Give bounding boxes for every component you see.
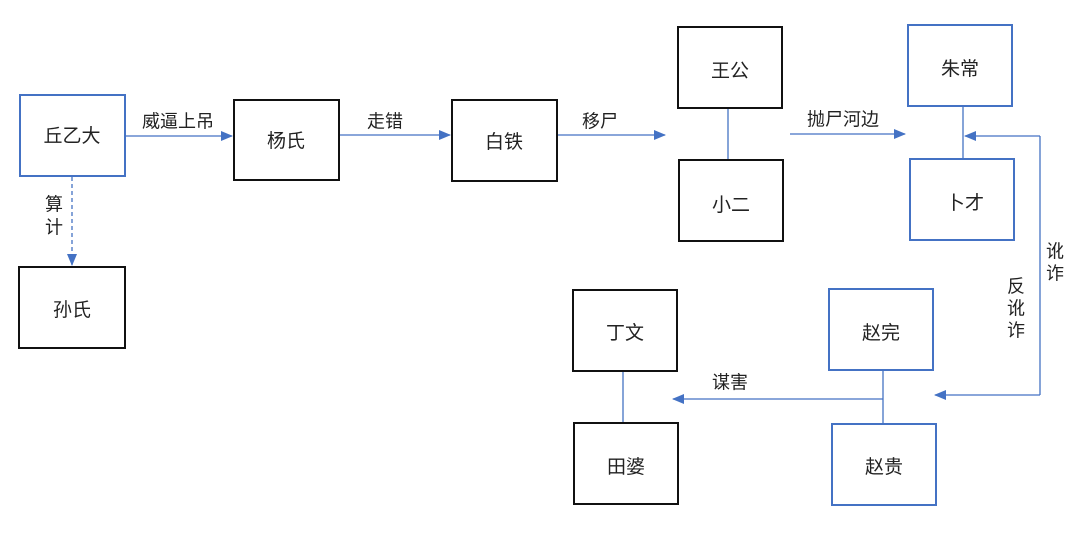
edge-label-coerce-hang: 威逼上吊 bbox=[142, 112, 214, 133]
node-label: 杨氏 bbox=[267, 130, 305, 152]
node-qiu-yida: 丘乙大 bbox=[19, 94, 126, 177]
node-label: 卜才 bbox=[946, 192, 984, 214]
node-label: 白铁 bbox=[485, 131, 523, 153]
relationship-diagram: 威逼上吊 走错 移尸 抛尸河边 算 计 讹 诈 反 讹 诈 谋害 丘乙大 杨氏 … bbox=[18, 24, 1064, 506]
node-zhao-wan: 赵完 bbox=[828, 288, 934, 371]
node-label: 小二 bbox=[712, 194, 750, 216]
node-label: 朱常 bbox=[941, 58, 979, 80]
edge-label-scheme-1: 算 bbox=[45, 195, 63, 216]
node-label: 王公 bbox=[711, 60, 749, 82]
node-tian-po: 田婆 bbox=[573, 422, 679, 505]
node-label: 田婆 bbox=[607, 456, 645, 478]
edge-label-scheme-2: 计 bbox=[45, 218, 63, 239]
node-label: 丁文 bbox=[606, 322, 644, 344]
node-zhao-gui: 赵贵 bbox=[831, 423, 937, 506]
node-zhu-chang: 朱常 bbox=[907, 24, 1013, 107]
edge-label-extort-1: 讹 bbox=[1046, 242, 1064, 263]
node-ding-wen: 丁文 bbox=[572, 289, 678, 372]
node-bu-cai: 卜才 bbox=[909, 158, 1015, 241]
node-sun-shi: 孙氏 bbox=[18, 266, 126, 349]
edge-label-move-body: 移尸 bbox=[582, 112, 618, 133]
node-label: 丘乙大 bbox=[43, 125, 100, 147]
edge-label-counter-extort-3: 诈 bbox=[1007, 321, 1025, 342]
edge-label-counter-extort-1: 反 bbox=[1007, 277, 1025, 298]
node-label: 赵完 bbox=[862, 322, 900, 344]
node-wang-gong: 王公 bbox=[677, 26, 783, 109]
edge-label-counter-extort-2: 讹 bbox=[1007, 299, 1025, 320]
node-bai-tie: 白铁 bbox=[451, 99, 558, 182]
node-xiao-er: 小二 bbox=[678, 159, 784, 242]
edge-label-wrong-way: 走错 bbox=[367, 112, 403, 133]
edge-label-extort-2: 诈 bbox=[1046, 264, 1064, 285]
node-label: 孙氏 bbox=[53, 299, 91, 321]
node-yang-shi: 杨氏 bbox=[233, 99, 340, 181]
node-label: 赵贵 bbox=[865, 456, 903, 478]
edge-label-murder: 谋害 bbox=[712, 373, 748, 394]
edge-label-dump-body: 抛尸河边 bbox=[807, 110, 879, 131]
